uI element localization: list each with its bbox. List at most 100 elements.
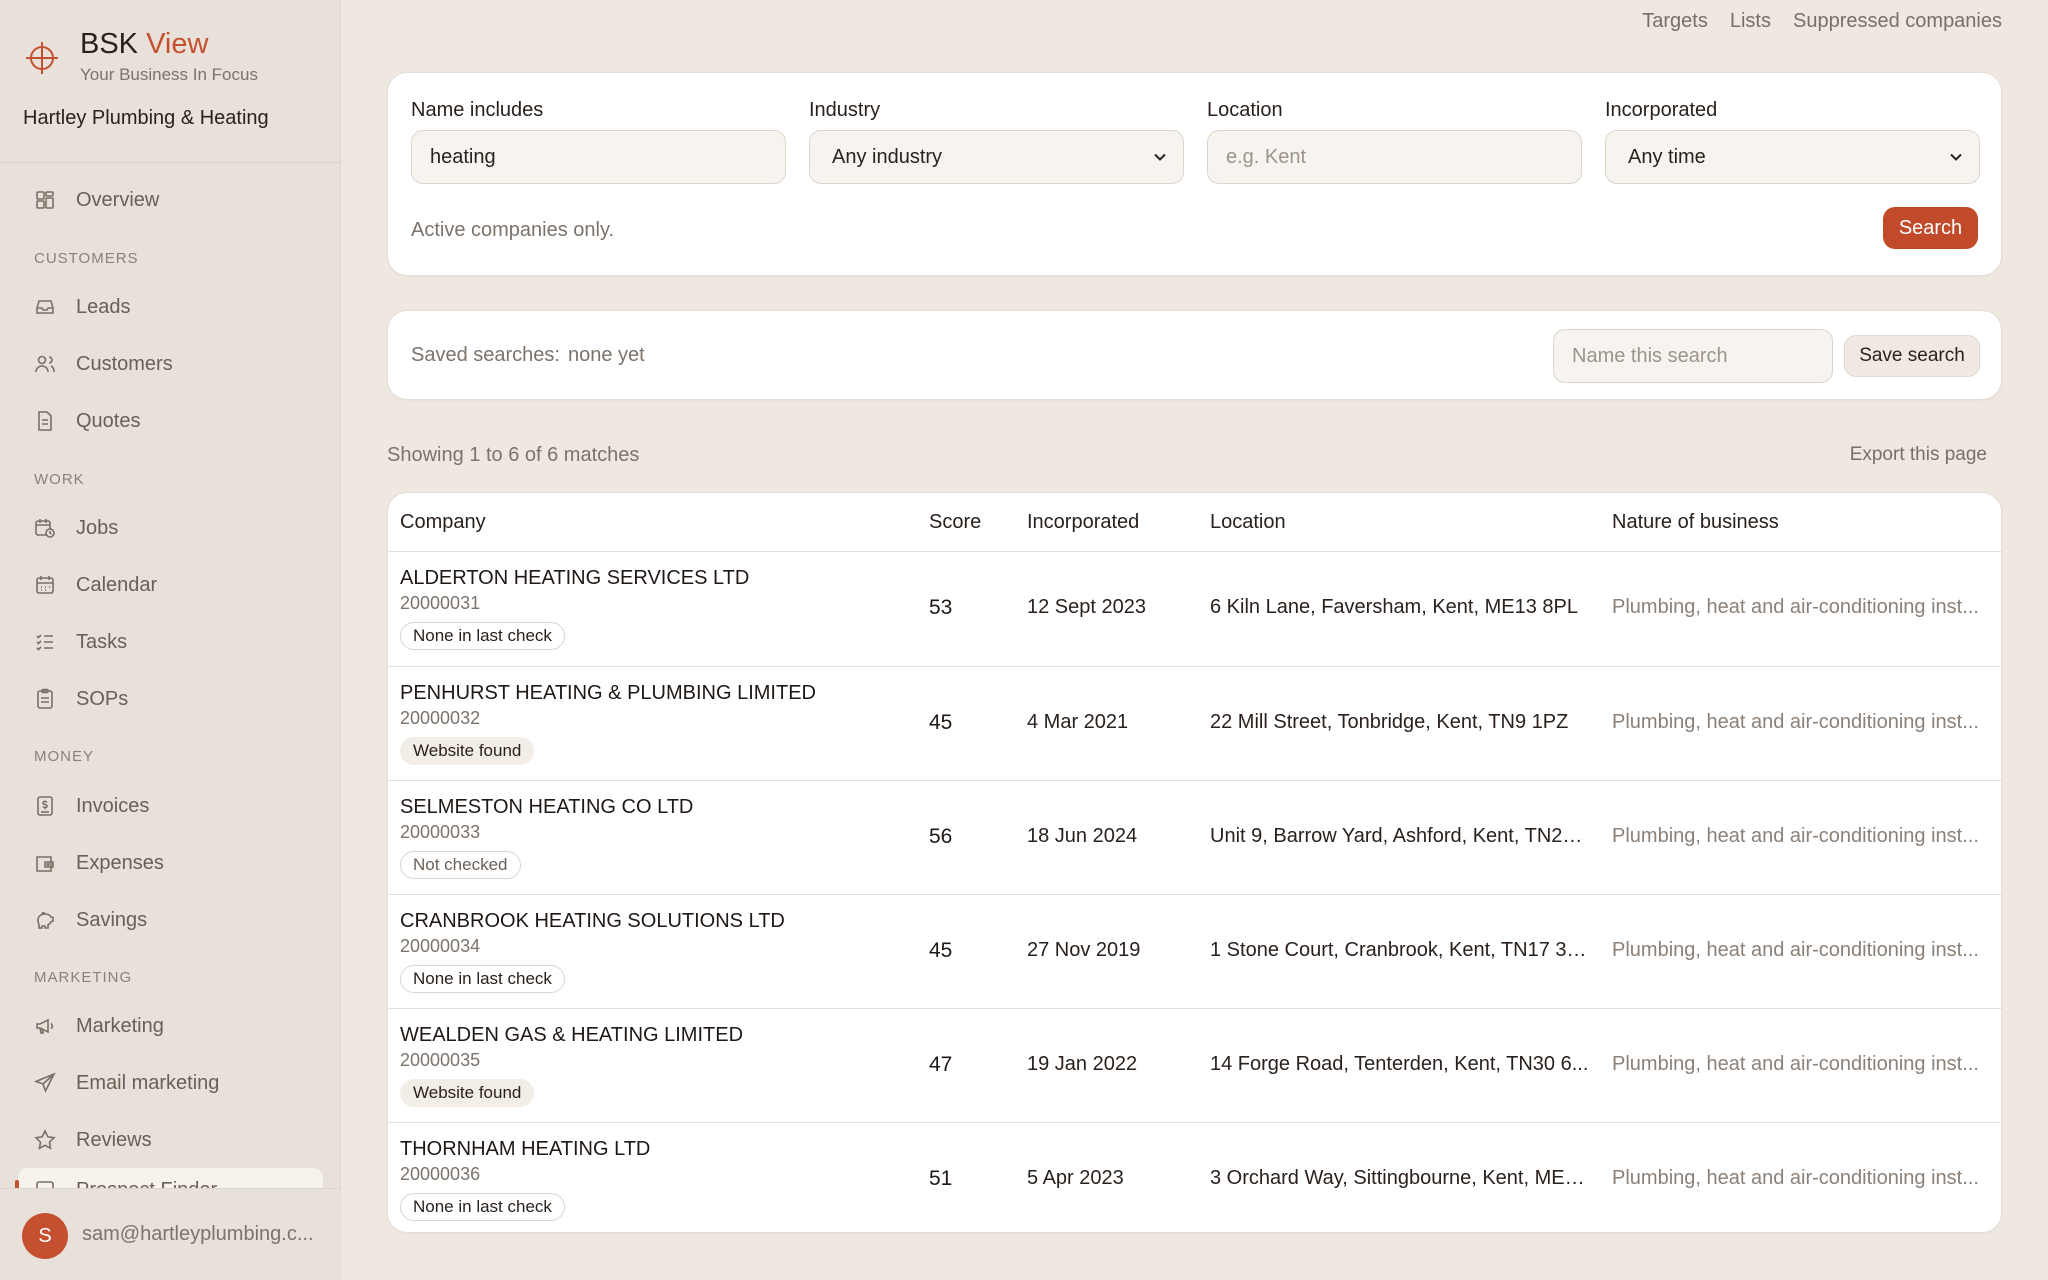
avatar[interactable]: S — [22, 1213, 68, 1259]
company-number: 20000035 — [400, 1050, 481, 1070]
location-label: Location — [1207, 99, 1283, 121]
column-header-score[interactable]: Score — [929, 511, 981, 534]
company-number: 20000033 — [400, 822, 481, 842]
sidebar-item-prospect-finder[interactable]: Prospect Finder — [18, 1168, 323, 1188]
piggy-bank-icon — [37, 911, 54, 929]
search-button[interactable]: Search — [1883, 207, 1978, 249]
sidebar-item-label: Jobs — [76, 516, 119, 539]
score-value: 45 — [929, 939, 953, 962]
brand-name-main: BSK — [80, 28, 139, 60]
section-work: WORK — [34, 471, 85, 488]
search-filters-card: Name includes heating Industry Any indus… — [387, 72, 2002, 276]
sidebar-item-expenses[interactable]: Expenses — [18, 841, 323, 885]
industry-select[interactable]: Any industry — [809, 130, 1184, 184]
sidebar-item-invoices[interactable]: Invoices — [18, 784, 323, 828]
chevron-down-icon — [1950, 153, 1962, 161]
sidebar-item-email-marketing[interactable]: Email marketing — [18, 1061, 323, 1105]
sidebar-nav: Overview CUSTOMERS Leads Customers Quote… — [0, 163, 341, 1188]
column-header-nature[interactable]: Nature of business — [1612, 511, 1779, 534]
sidebar-item-customers[interactable]: Customers — [18, 342, 323, 386]
table-row[interactable]: THORNHAM HEATING LTD 20000036 None in la… — [388, 1122, 2001, 1232]
incorporated-date: 5 Apr 2023 — [1027, 1167, 1124, 1189]
website-status-badge: Website found — [400, 1079, 535, 1107]
sidebar-item-label: Savings — [76, 908, 148, 931]
column-header-company[interactable]: Company — [400, 511, 486, 534]
score-value: 51 — [929, 1167, 953, 1190]
sidebar-item-leads[interactable]: Leads — [18, 285, 323, 329]
sidebar-item-label: Quotes — [76, 409, 141, 432]
table-row[interactable]: ALDERTON HEATING SERVICES LTD 20000031 N… — [388, 552, 2001, 666]
score-value: 56 — [929, 825, 953, 848]
saved-searches-label: Saved searches: none yet — [411, 344, 645, 367]
incorporated-select[interactable]: Any time — [1605, 130, 1980, 184]
company-name[interactable]: WEALDEN GAS & HEATING LIMITED — [400, 1024, 743, 1047]
table-row[interactable]: WEALDEN GAS & HEATING LIMITED 20000035 W… — [388, 1008, 2001, 1122]
nature-of-business: Plumbing, heat and air-conditioning inst… — [1612, 1167, 1979, 1189]
website-status-badge: None in last check — [400, 1193, 565, 1221]
website-status-badge: Website found — [400, 737, 535, 765]
incorporated-date: 27 Nov 2019 — [1027, 939, 1141, 961]
nature-of-business: Plumbing, heat and air-conditioning inst… — [1612, 596, 1979, 618]
company-name[interactable]: CRANBROOK HEATING SOLUTIONS LTD — [400, 910, 785, 933]
website-status-badge: None in last check — [400, 622, 565, 650]
company-location: 14 Forge Road, Tenterden, Kent, TN30 6..… — [1210, 1053, 1589, 1075]
section-marketing: MARKETING — [34, 969, 133, 986]
targets-link[interactable]: Targets — [1642, 10, 1708, 33]
invoice-icon — [37, 796, 53, 816]
wallet-icon — [36, 856, 54, 872]
sidebar-item-tasks[interactable]: Tasks — [18, 620, 323, 664]
company-number: 20000031 — [400, 593, 481, 613]
column-header-location[interactable]: Location — [1210, 511, 1286, 534]
table-row[interactable]: PENHURST HEATING & PLUMBING LIMITED 2000… — [388, 666, 2001, 780]
sidebar-item-jobs[interactable]: Jobs — [18, 506, 323, 550]
company-name[interactable]: PENHURST HEATING & PLUMBING LIMITED — [400, 682, 816, 705]
column-header-incorporated[interactable]: Incorporated — [1027, 511, 1139, 534]
clipboard-icon — [37, 688, 53, 709]
score-value: 53 — [929, 596, 953, 619]
sidebar-item-reviews[interactable]: Reviews — [18, 1118, 323, 1162]
company-number: 20000032 — [400, 708, 481, 728]
sidebar: BSK View Your Business In Focus Hartley … — [0, 0, 341, 1280]
location-input[interactable]: e.g. Kent — [1207, 130, 1582, 184]
sidebar-item-marketing[interactable]: Marketing — [18, 1004, 323, 1048]
sidebar-item-quotes[interactable]: Quotes — [18, 399, 323, 443]
company-location: 6 Kiln Lane, Faversham, Kent, ME13 8PL — [1210, 596, 1578, 618]
brand-name-accent: View — [146, 28, 209, 60]
suppressed-companies-link[interactable]: Suppressed companies — [1793, 10, 2002, 33]
calendar-clock-icon — [35, 519, 55, 538]
send-icon — [33, 1072, 56, 1094]
company-name[interactable]: ALDERTON HEATING SERVICES LTD — [400, 567, 749, 590]
sidebar-item-label: Prospect Finder — [76, 1179, 217, 1189]
sidebar-item-savings[interactable]: Savings — [18, 898, 323, 942]
company-number: 20000036 — [400, 1164, 481, 1184]
save-search-button[interactable]: Save search — [1844, 335, 1980, 377]
search-name-input[interactable]: Name this search — [1553, 329, 1833, 383]
sidebar-item-calendar[interactable]: Calendar — [18, 563, 323, 607]
sidebar-item-label: Calendar — [76, 573, 158, 596]
company-location: 22 Mill Street, Tonbridge, Kent, TN9 1PZ — [1210, 711, 1569, 733]
incorporated-label: Incorporated — [1605, 99, 1718, 121]
incorporated-date: 19 Jan 2022 — [1027, 1053, 1138, 1075]
saved-searches-card: Saved searches: none yet Name this search… — [387, 310, 2002, 400]
calendar-icon — [36, 576, 54, 594]
company-number: 20000034 — [400, 936, 481, 956]
lists-link[interactable]: Lists — [1730, 10, 1771, 33]
website-status-badge: None in last check — [400, 965, 565, 993]
company-name[interactable]: SELMESTON HEATING CO LTD — [400, 796, 693, 819]
table-row[interactable]: SELMESTON HEATING CO LTD 20000033 Not ch… — [388, 780, 2001, 894]
sidebar-item-label: Email marketing — [76, 1071, 220, 1094]
table-row[interactable]: CRANBROOK HEATING SOLUTIONS LTD 20000034… — [388, 894, 2001, 1008]
incorporated-date: 18 Jun 2024 — [1027, 825, 1138, 847]
megaphone-icon — [36, 1018, 54, 1034]
nature-of-business: Plumbing, heat and air-conditioning inst… — [1612, 711, 1979, 733]
sidebar-item-sops[interactable]: SOPs — [18, 677, 323, 721]
name-input[interactable]: heating — [411, 130, 786, 184]
sidebar-item-overview[interactable]: Overview — [18, 178, 323, 222]
incorporated-date: 12 Sept 2023 — [1027, 596, 1146, 618]
table-body: ALDERTON HEATING SERVICES LTD 20000031 N… — [388, 552, 2001, 1232]
top-links: Targets Lists Suppressed companies — [1642, 10, 2002, 33]
user-menu[interactable]: S sam@hartleyplumbing.c... — [0, 1188, 341, 1280]
sidebar-item-label: Leads — [76, 295, 131, 318]
export-page-link[interactable]: Export this page — [1850, 444, 1987, 466]
company-name[interactable]: THORNHAM HEATING LTD — [400, 1138, 650, 1161]
